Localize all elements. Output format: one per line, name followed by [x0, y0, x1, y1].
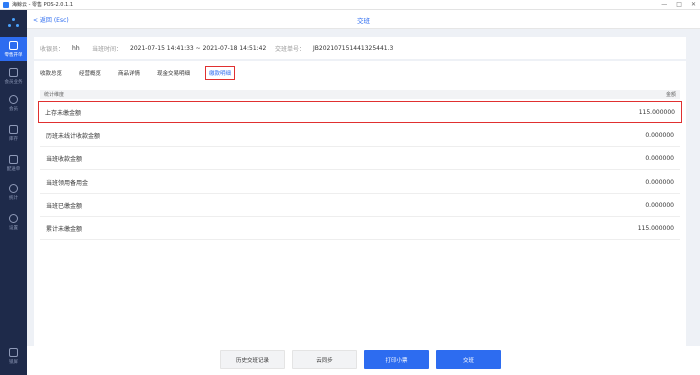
window-title: 海鲸云 - 零售 POS-2.0.1.1 — [12, 2, 73, 8]
row-value: 0.000000 — [645, 132, 674, 139]
shift-number-value: JB202107151441325441.3 — [313, 45, 394, 52]
sidebar-item-member-business[interactable]: 会员业务 — [0, 68, 27, 85]
row-value: 115.000000 — [638, 108, 675, 116]
sidebar-item-inventory[interactable]: 库存 — [0, 125, 27, 142]
shift-time-info: 当班时间： 2021-07-15 14:41:33 ~ 2021-07-18 1… — [92, 44, 266, 53]
sidebar-item-delivery[interactable]: 配送单 — [0, 155, 27, 172]
row-value: 0.000000 — [645, 179, 674, 186]
member-icon — [9, 68, 18, 77]
page-title: 交班 — [357, 17, 370, 25]
gear-icon — [9, 214, 18, 223]
app-logo-icon — [3, 1, 9, 8]
shift-number-info: 交班单号： JB202107151441325441.3 — [275, 44, 393, 53]
column-header-dimension: 统计维度 — [44, 92, 65, 98]
row-label: 历班未线计收款金额 — [46, 133, 101, 140]
sidebar-item-label: 配送单 — [6, 167, 21, 172]
shift-detail-card: 收款总览 经营概览 商品详情 现金交易明细 缴款明细 统计维度 金额 上存未缴金… — [34, 61, 686, 346]
minimize-icon[interactable]: — — [661, 1, 667, 8]
close-icon[interactable]: ✕ — [691, 1, 696, 8]
table-row: 当班领用备用金 0.000000 — [40, 172, 680, 194]
cloud-sync-button[interactable]: 云同步 — [292, 350, 357, 369]
shift-time-value: 2021-07-15 14:41:33 ~ 2021-07-18 14:51:4… — [130, 45, 267, 52]
window-controls: — □ ✕ — [661, 1, 696, 8]
tab-business-overview[interactable]: 经营概览 — [79, 69, 101, 77]
row-label: 上存未缴金额 — [45, 109, 82, 117]
chart-icon — [9, 184, 18, 193]
footer-actions: 历史交班记录 云同步 打印小票 交班 — [27, 346, 700, 375]
shift-info-bar: 收银员： hh 当班时间： 2021-07-15 14:41:33 ~ 2021… — [34, 37, 686, 59]
sidebar-item-lock[interactable]: 锁屏 — [0, 348, 27, 365]
tab-product-details[interactable]: 商品详情 — [118, 69, 140, 77]
handover-button[interactable]: 交班 — [436, 350, 501, 369]
sidebar-item-settings[interactable]: 设置 — [0, 214, 27, 231]
tab-cash-transactions[interactable]: 现金交易明细 — [157, 69, 190, 77]
sidebar-item-label: 锁屏 — [9, 360, 18, 365]
print-receipt-button[interactable]: 打印小票 — [364, 350, 429, 369]
page-header: < 返回 (Esc) 交班 — [27, 10, 700, 29]
lock-icon — [9, 348, 18, 357]
cashier-info: 收银员： hh — [40, 44, 80, 53]
window-titlebar: 海鲸云 - 零售 POS-2.0.1.1 — □ ✕ — [0, 0, 700, 10]
table-row: 当班已缴金额 0.000000 — [40, 195, 680, 217]
table-row: 上存未缴金额 115.000000 — [38, 101, 682, 123]
sidebar-item-label: 设置 — [9, 226, 18, 231]
row-label: 当班收款金额 — [46, 156, 83, 163]
cashier-label: 收银员： — [40, 46, 65, 53]
sidebar-item-stats[interactable]: 统计 — [0, 184, 27, 201]
column-header-amount: 金额 — [665, 92, 676, 98]
table-row: 当班收款金额 0.000000 — [40, 148, 680, 170]
sidebar-item-label: 会员业务 — [4, 80, 23, 85]
row-label: 当班领用备用金 — [46, 180, 89, 187]
sidebar: 零售开单 会员业务 会员 库存 配送单 统计 设置 锁屏 — [0, 10, 27, 375]
sidebar-item-retail[interactable]: 零售开单 — [0, 37, 27, 61]
tab-payment-details[interactable]: 缴款明细 — [205, 66, 236, 80]
shift-number-label: 交班单号： — [275, 46, 306, 53]
row-label: 当班已缴金额 — [46, 203, 83, 210]
brand-logo-icon — [8, 18, 19, 29]
cashier-value: hh — [72, 45, 80, 52]
shift-time-label: 当班时间： — [92, 46, 123, 53]
tab-payment-overview[interactable]: 收款总览 — [40, 69, 62, 77]
history-shift-button[interactable]: 历史交班记录 — [220, 350, 285, 369]
row-value: 0.000000 — [645, 155, 674, 162]
row-value: 115.000000 — [637, 225, 674, 232]
table-row: 累计未缴金额 115.000000 — [40, 218, 680, 240]
table-header: 统计维度 金额 — [40, 90, 680, 99]
user-icon — [9, 95, 18, 104]
cart-icon — [9, 40, 18, 50]
delivery-icon — [9, 155, 18, 164]
inventory-icon — [9, 125, 18, 134]
row-value: 0.000000 — [645, 202, 674, 209]
maximize-icon[interactable]: □ — [676, 1, 682, 8]
row-label: 累计未缴金额 — [46, 226, 83, 233]
sidebar-item-label: 统计 — [9, 196, 18, 201]
table-row: 历班未线计收款金额 0.000000 — [40, 125, 680, 147]
sidebar-item-label: 库存 — [9, 137, 18, 142]
sidebar-item-label: 会员 — [9, 107, 18, 112]
sidebar-item-member[interactable]: 会员 — [0, 95, 27, 112]
sidebar-item-label: 零售开单 — [4, 52, 23, 58]
